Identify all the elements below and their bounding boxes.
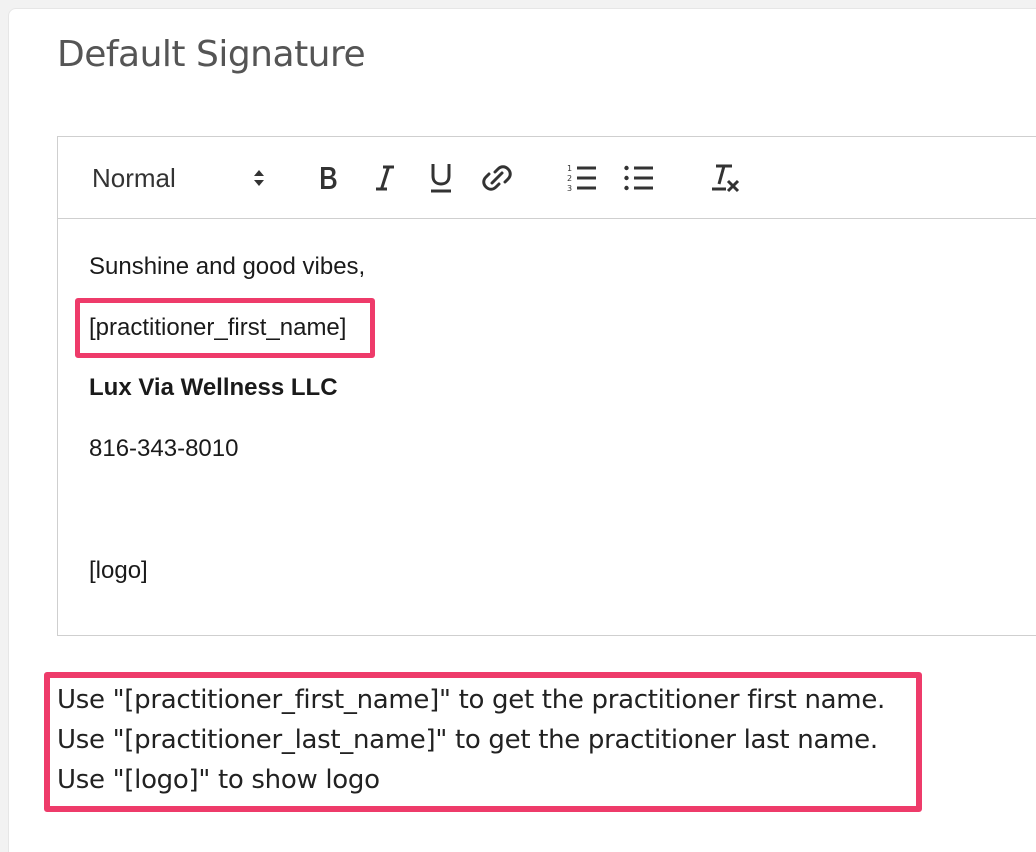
underline-button[interactable] xyxy=(423,160,459,196)
hint-logo: Use "[logo]" to show logo xyxy=(57,765,380,795)
bullet-list-icon xyxy=(623,163,655,193)
ordered-list-icon: 1 2 3 xyxy=(566,163,598,193)
select-arrows-icon xyxy=(252,166,266,190)
signature-editor: Normal 1 2 3 Sunshine and good vibes, [p… xyxy=(57,136,1036,636)
clear-format-button[interactable] xyxy=(706,160,744,196)
italic-icon xyxy=(373,164,397,192)
placeholder-hints: Use "[practitioner_first_name]" to get t… xyxy=(57,680,885,800)
svg-text:2: 2 xyxy=(567,174,572,183)
bold-button[interactable] xyxy=(310,160,346,196)
signature-line-logo: [logo] xyxy=(89,557,148,584)
hint-last-name: Use "[practitioner_last_name]" to get th… xyxy=(57,725,878,755)
signature-line-company: Lux Via Wellness LLC xyxy=(89,374,338,401)
editor-content[interactable]: Sunshine and good vibes, [practitioner_f… xyxy=(89,219,1036,635)
highlight-first-name-box xyxy=(75,298,375,358)
italic-button[interactable] xyxy=(367,160,403,196)
editor-toolbar: Normal 1 2 3 xyxy=(58,137,1036,219)
signature-line-greeting: Sunshine and good vibes, xyxy=(89,253,366,280)
format-select[interactable]: Normal xyxy=(92,160,264,196)
bold-icon xyxy=(316,164,340,192)
ordered-list-button[interactable]: 1 2 3 xyxy=(563,160,601,196)
link-icon xyxy=(482,163,512,193)
bullet-list-button[interactable] xyxy=(620,160,658,196)
svg-text:3: 3 xyxy=(567,184,572,193)
svg-text:1: 1 xyxy=(567,164,572,173)
signature-line-phone: 816-343-8010 xyxy=(89,435,239,462)
clear-format-icon xyxy=(709,162,741,194)
section-title: Default Signature xyxy=(57,34,366,75)
link-button[interactable] xyxy=(478,160,516,196)
underline-icon xyxy=(428,162,454,194)
hint-first-name: Use "[practitioner_first_name]" to get t… xyxy=(57,685,885,715)
format-select-value: Normal xyxy=(92,162,176,193)
